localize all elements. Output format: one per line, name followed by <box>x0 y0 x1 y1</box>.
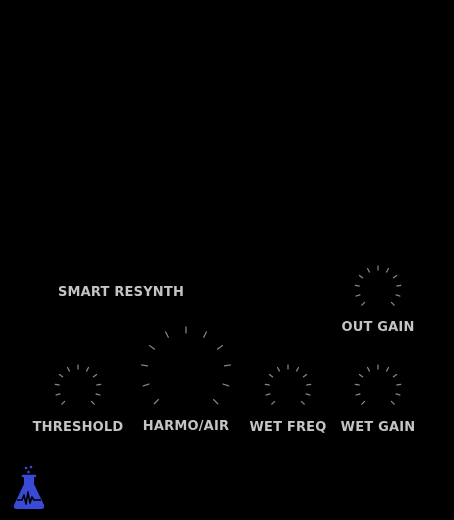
threshold-knob[interactable] <box>53 364 103 408</box>
harmo-air-knob[interactable] <box>138 326 234 410</box>
knob-tick <box>396 284 402 287</box>
wet-gain-knob[interactable] <box>353 364 403 408</box>
knob-tick <box>164 331 169 338</box>
knob-tick <box>302 373 308 378</box>
out-gain-knob[interactable] <box>353 265 403 309</box>
knob-tick <box>95 393 101 396</box>
wet-freq-knob[interactable] <box>263 364 313 408</box>
knob-tick <box>366 366 370 372</box>
knob-tick <box>305 393 311 396</box>
knob-tick <box>392 274 398 279</box>
knob-tick <box>148 344 156 350</box>
knob-tick <box>153 398 160 405</box>
knob-tick <box>268 373 274 378</box>
knob-tick <box>366 267 370 273</box>
knob-tick <box>265 393 271 396</box>
wet-gain-knob-ticks <box>354 364 402 405</box>
knob-tick <box>395 294 401 297</box>
knob-tick <box>296 366 300 372</box>
wet-freq-label: WET FREQ <box>249 420 327 435</box>
knob-tick <box>392 373 398 378</box>
knob-tick <box>386 267 390 273</box>
knob-tick <box>386 366 390 372</box>
knob-tick <box>140 364 149 367</box>
knob-tick <box>355 393 361 396</box>
knob-tick <box>66 366 70 372</box>
knob-tick <box>90 400 95 405</box>
knob-tick <box>212 398 219 405</box>
knob-tick <box>216 344 224 350</box>
knob-tick <box>306 383 312 386</box>
knob-tick <box>361 301 366 306</box>
knob-tick <box>354 284 360 287</box>
threshold-label: THRESHOLD <box>32 420 124 435</box>
knob-tick <box>54 383 60 386</box>
lab-flask-icon[interactable] <box>10 465 48 511</box>
knob-tick <box>361 400 366 405</box>
section-title: SMART RESYNTH <box>57 285 185 300</box>
knob-tick <box>276 366 280 372</box>
wet-gain-label: WET GAIN <box>340 420 416 435</box>
knob-tick <box>96 383 102 386</box>
knob-tick <box>390 400 395 405</box>
knob-tick <box>222 383 230 387</box>
knob-tick <box>271 400 276 405</box>
knob-tick <box>395 393 401 396</box>
out-gain-knob-ticks <box>354 265 402 306</box>
knob-tick <box>92 373 98 378</box>
knob-tick <box>58 373 64 378</box>
knob-tick <box>300 400 305 405</box>
knob-tick <box>264 383 270 386</box>
knob-tick <box>203 331 208 338</box>
wet-freq-knob-ticks <box>264 364 312 405</box>
knob-tick <box>61 400 66 405</box>
knob-tick <box>358 373 364 378</box>
harmo-air-knob-ticks <box>140 326 232 405</box>
threshold-knob-ticks <box>54 364 102 405</box>
knob-tick <box>223 364 232 367</box>
knob-tick <box>142 383 150 387</box>
knob-tick <box>86 366 90 372</box>
knob-tick <box>355 294 361 297</box>
knob-tick <box>358 274 364 279</box>
out-gain-label: OUT GAIN <box>341 320 415 335</box>
knob-tick <box>55 393 61 396</box>
knob-tick <box>354 383 360 386</box>
harmo-air-label: HARMO/AIR <box>142 419 230 434</box>
knob-tick <box>396 383 402 386</box>
knob-tick <box>390 301 395 306</box>
